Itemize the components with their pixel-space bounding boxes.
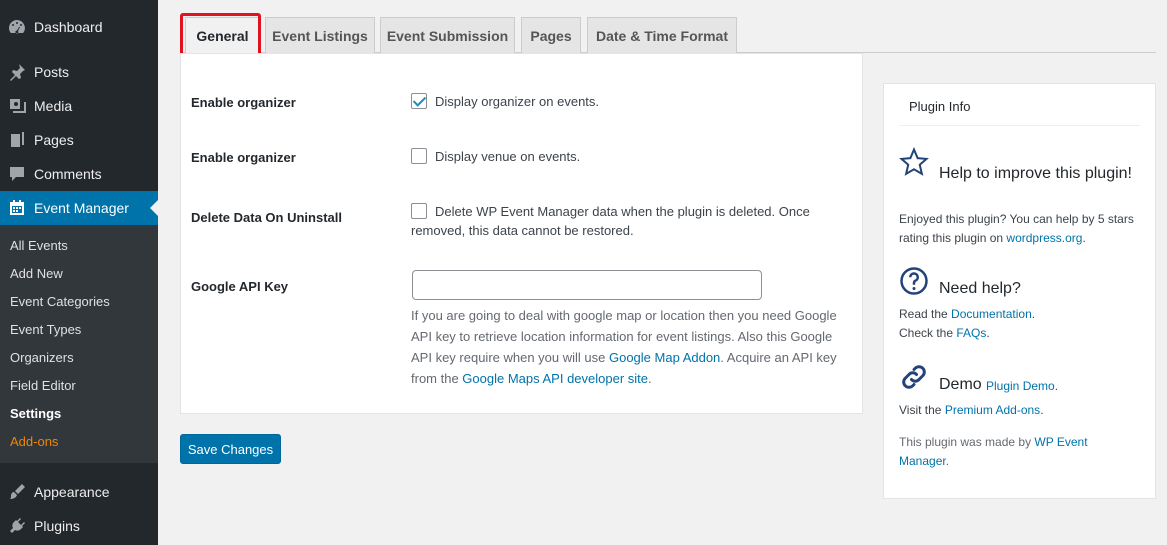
google-map-addon-link[interactable]: Google Map Addon [609,350,720,365]
demo-heading: Demo [939,376,982,393]
read-documentation-text: Read the Documentation. [899,305,1149,324]
period: . [945,454,950,468]
dashboard-icon [0,10,34,44]
setting-label-api-key: Google API Key [191,279,289,294]
tab-pages[interactable]: Pages [521,17,581,53]
help-improve-text: Enjoyed this plugin? You can help by 5 s… [899,210,1144,248]
wordpress-org-link[interactable]: wordpress.org [1006,231,1082,245]
google-maps-api-link[interactable]: Google Maps API developer site [462,371,648,386]
submenu-add-ons[interactable]: Add-ons [10,432,58,452]
menu-posts[interactable]: Posts [0,55,158,89]
brush-icon [0,475,34,509]
menu-comments[interactable]: Comments [0,157,158,191]
delete-data-option-text-full: Delete WP Event Manager data when the pl… [411,204,810,238]
premium-addons-link[interactable]: Premium Add-ons [945,403,1040,417]
help-improve-heading: Help to improve this plugin! [939,165,1132,182]
menu-label: Comments [34,166,102,182]
media-icon [0,89,34,123]
menu-label: Event Manager [34,200,129,216]
plugin-demo-link[interactable]: Plugin Demo. [986,377,1058,396]
period: . [986,326,990,340]
submenu-add-new[interactable]: Add New [10,264,63,284]
calendar-icon [0,191,34,225]
setting-label-venue: Enable organizer [191,150,296,165]
submenu-event-types[interactable]: Event Types [10,320,81,340]
menu-dashboard[interactable]: Dashboard [0,10,158,44]
made-by: This plugin was made by [899,435,1035,449]
period: . [1040,403,1044,417]
faqs-link[interactable]: FAQs [956,326,986,340]
setting-label-delete-data: Delete Data On Uninstall [191,210,342,225]
menu-label: Pages [34,132,74,148]
submenu-event-categories[interactable]: Event Categories [10,292,110,312]
event-manager-submenu: All Events Add New Event Categories Even… [0,225,158,463]
save-changes-button[interactable]: Save Changes [180,434,281,464]
setting-label-organizer: Enable organizer [191,95,296,110]
comment-icon [0,157,34,191]
period: . [1082,231,1086,245]
tab-date-time-format[interactable]: Date & Time Format [587,17,737,53]
menu-pages[interactable]: Pages [0,123,158,157]
plugin-icon [0,509,34,543]
check-text: Check the [899,326,957,340]
documentation-link[interactable]: Documentation [951,307,1032,321]
menu-plugins[interactable]: Plugins [0,509,158,543]
admin-sidebar: Dashboard Posts Media Pages Comments Eve… [0,0,158,545]
visit-text: Visit the [899,403,945,417]
tab-general[interactable]: General [185,17,260,53]
made-by-text: This plugin was made by WP Event Manager… [899,433,1129,471]
menu-label: Plugins [34,518,80,534]
desc-text: . [648,371,652,386]
visit-premium-text: Visit the Premium Add-ons. [899,401,1149,420]
read-text: Read the [899,307,952,321]
menu-media[interactable]: Media [0,89,158,123]
organizer-checkbox[interactable] [411,93,427,109]
venue-option-text: Display venue on events. [435,149,581,164]
pages-icon [0,123,34,157]
question-icon [899,266,929,301]
organizer-option-text: Display organizer on events. [435,94,600,109]
google-api-key-input[interactable] [412,270,762,300]
plugin-info-title: Plugin Info [909,99,971,114]
link-icon [899,362,929,397]
menu-label: Posts [34,64,70,80]
pin-icon [0,55,34,89]
menu-event-manager[interactable]: Event Manager [0,191,158,225]
period: . [1031,307,1036,321]
venue-checkbox[interactable] [411,148,427,164]
menu-label: Appearance [34,484,110,500]
tab-event-listings[interactable]: Event Listings [265,17,375,53]
submenu-settings[interactable]: Settings [10,404,61,424]
check-faqs-text: Check the FAQs. [899,324,1149,343]
menu-label: Media [34,98,73,114]
need-help-heading: Need help? [939,280,1021,297]
tab-event-submission[interactable]: Event Submission [380,17,515,53]
menu-appearance[interactable]: Appearance [0,475,158,509]
info-divider [899,125,1140,126]
api-key-description: If you are going to deal with google map… [411,305,851,389]
menu-label: Dashboard [34,19,103,35]
submenu-field-editor[interactable]: Field Editor [10,376,76,396]
submenu-all-events[interactable]: All Events [10,236,68,256]
submenu-organizers[interactable]: Organizers [10,348,74,368]
